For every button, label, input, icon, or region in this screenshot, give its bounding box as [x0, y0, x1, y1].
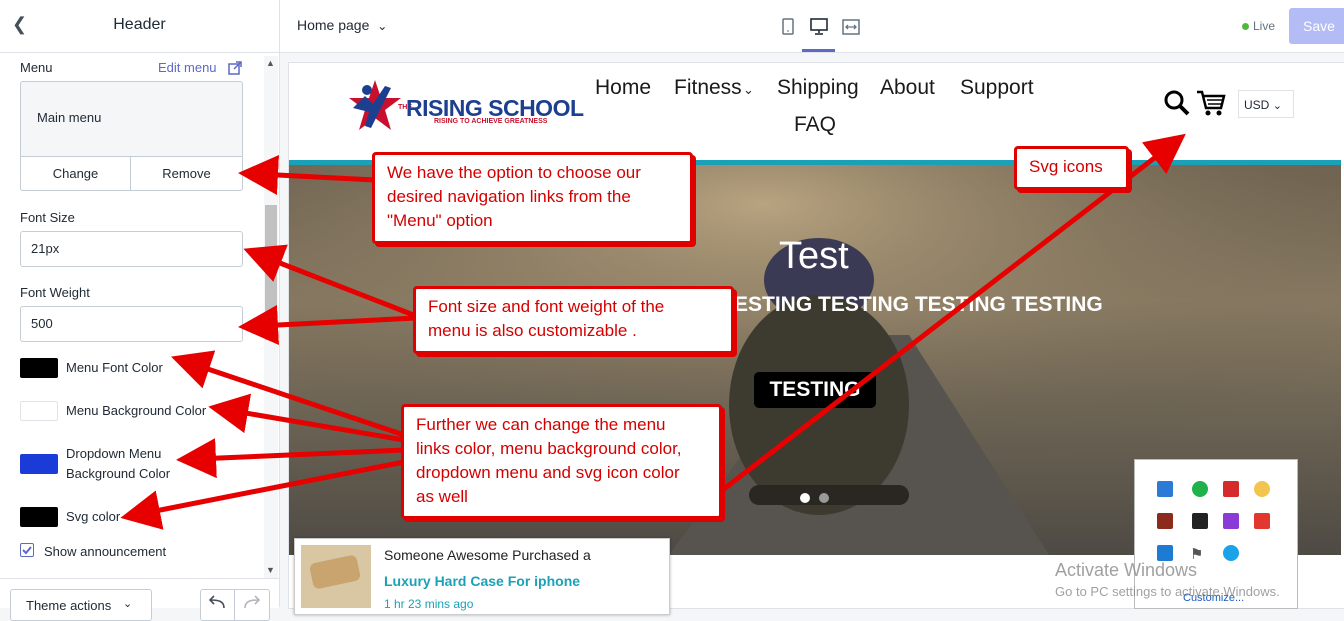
currency-value: USD: [1244, 98, 1270, 112]
media-app-icon[interactable]: [1192, 513, 1208, 529]
theme-actions-label: Theme actions: [26, 598, 112, 613]
nav-fitness[interactable]: Fitness: [674, 76, 742, 100]
font-weight-input[interactable]: 500: [20, 306, 243, 342]
theme-sidebar: ❮ Header Menu Edit menu Main menu Change…: [0, 0, 280, 621]
popup-time: 1 hr 23 mins ago: [384, 597, 474, 611]
sidebar-footer: Theme actions ⌄: [0, 578, 279, 621]
recent-purchase-popup[interactable]: Someone Awesome Purchased a Luxury Hard …: [294, 538, 670, 615]
annotation-line: "Menu" option: [387, 211, 493, 230]
menu-picker: Main menu Change Remove: [20, 81, 243, 191]
chevron-down-icon: ⌄: [377, 19, 388, 33]
font-size-input[interactable]: 21px: [20, 231, 243, 267]
save-button[interactable]: Save: [1289, 8, 1344, 44]
checkmark-icon: [22, 546, 32, 555]
selected-menu-name: Main menu: [37, 110, 102, 125]
redo-button[interactable]: [234, 589, 270, 621]
annotation-svg-note: Svg icons: [1014, 146, 1129, 190]
hero-cta-button[interactable]: TESTING: [754, 372, 876, 408]
annotation-colors-note: Further we can change the menu links col…: [401, 404, 722, 519]
rising-school-logo-icon[interactable]: [345, 78, 405, 136]
menu-font-color-label: Menu Font Color: [66, 360, 163, 375]
annotation-line: as well: [416, 487, 468, 506]
popup-line1: Someone Awesome Purchased a: [384, 547, 591, 563]
s-app-icon[interactable]: [1157, 513, 1173, 529]
annotation-menu-note: We have the option to choose our desired…: [372, 152, 693, 244]
annotation-line: menu is also customizable .: [428, 321, 637, 340]
chevron-down-icon: ⌄: [1272, 100, 1282, 112]
theme-actions-button[interactable]: Theme actions ⌄: [10, 589, 152, 621]
font-size-label: Font Size: [20, 210, 75, 225]
font-weight-label: Font Weight: [20, 285, 90, 300]
remove-menu-button[interactable]: Remove: [130, 156, 243, 191]
nav-faq[interactable]: FAQ: [794, 113, 836, 137]
svg-color-label: Svg color: [66, 509, 121, 524]
popup-product-link[interactable]: Luxury Hard Case For iphone: [384, 573, 580, 589]
p-app-icon[interactable]: [1254, 513, 1270, 529]
hero-subtitle: ESTING TESTING TESTING TESTING: [734, 293, 1103, 316]
nav-shipping[interactable]: Shipping: [777, 76, 859, 100]
annotation-line: dropdown menu and svg icon color: [416, 463, 680, 482]
activate-windows-subtitle: Go to PC settings to activate Windows.: [1055, 584, 1280, 599]
network-app-icon[interactable]: [1157, 481, 1173, 497]
external-link-icon[interactable]: [228, 61, 242, 75]
editor-topbar: Home page ⌄ Live Save: [280, 0, 1344, 53]
feather-icon[interactable]: [1223, 513, 1239, 529]
scrollbar-thumb[interactable]: [265, 205, 277, 340]
scroll-down-icon[interactable]: ▼: [266, 565, 275, 575]
annotation-line: Further we can change the menu: [416, 415, 666, 434]
hero-title: Test: [779, 235, 849, 277]
svg-color-swatch[interactable]: [20, 507, 58, 527]
skype-icon[interactable]: [1223, 545, 1239, 561]
undo-button[interactable]: [200, 589, 236, 621]
annotation-line: Svg icons: [1029, 157, 1103, 176]
annotation-line: links color, menu background color,: [416, 439, 682, 458]
menu-bg-color-swatch[interactable]: [20, 401, 58, 421]
upwork-icon[interactable]: [1192, 481, 1208, 497]
currency-select[interactable]: USD ⌄: [1238, 90, 1294, 118]
emoji-icon[interactable]: [1254, 481, 1270, 497]
search-icon[interactable]: [1163, 89, 1191, 117]
menu-font-color-swatch[interactable]: [20, 358, 58, 378]
active-view-indicator: [802, 49, 835, 52]
dropdown-bg-color-swatch[interactable]: [20, 454, 58, 474]
desktop-view-icon[interactable]: [809, 18, 829, 36]
activate-windows-title: Activate Windows: [1055, 560, 1198, 580]
camera-icon[interactable]: [1223, 481, 1239, 497]
phone-case-shape: [308, 554, 362, 590]
sidebar-header: ❮ Header: [0, 0, 279, 53]
annotation-line: desired navigation links from the: [387, 187, 631, 206]
announcement-label: Show announcement: [44, 544, 167, 559]
scroll-up-icon[interactable]: ▲: [266, 58, 275, 68]
slide-dot-active[interactable]: [800, 493, 810, 503]
slide-dot[interactable]: [819, 493, 829, 503]
product-thumbnail[interactable]: [301, 545, 371, 608]
logo-tagline: RISING TO ACHIEVE GREATNESS: [434, 118, 548, 125]
chevron-down-icon[interactable]: ⌄: [743, 82, 754, 98]
announcement-checkbox[interactable]: [20, 543, 34, 557]
nav-support[interactable]: Support: [960, 76, 1034, 100]
live-label: Live: [1253, 19, 1276, 33]
dropdown-bg-color-label-2: Background Color: [66, 466, 171, 481]
change-menu-button[interactable]: Change: [20, 156, 131, 191]
menu-label: Menu: [20, 60, 53, 75]
mobile-view-icon[interactable]: [781, 18, 795, 36]
page-select[interactable]: Home page ⌄: [297, 17, 387, 33]
menu-bg-color-label: Menu Background Color: [66, 403, 207, 418]
edit-menu-link[interactable]: Edit menu: [158, 60, 217, 75]
page-select-label: Home page: [297, 17, 370, 33]
nav-about[interactable]: About: [880, 76, 935, 100]
fullscreen-view-icon[interactable]: [841, 18, 861, 36]
nav-home[interactable]: Home: [595, 76, 651, 100]
annotation-font-note: Font size and font weight of the menu is…: [413, 286, 734, 354]
live-status-dot: [1242, 23, 1249, 30]
sidebar-title: Header: [113, 16, 166, 33]
cart-icon[interactable]: [1196, 89, 1226, 117]
chevron-down-icon: ⌄: [123, 598, 133, 610]
teamviewer-icon[interactable]: [1157, 545, 1173, 561]
annotation-line: Font size and font weight of the: [428, 297, 665, 316]
annotation-line: We have the option to choose our: [387, 163, 641, 182]
dropdown-bg-color-label-1: Dropdown Menu: [66, 446, 162, 461]
